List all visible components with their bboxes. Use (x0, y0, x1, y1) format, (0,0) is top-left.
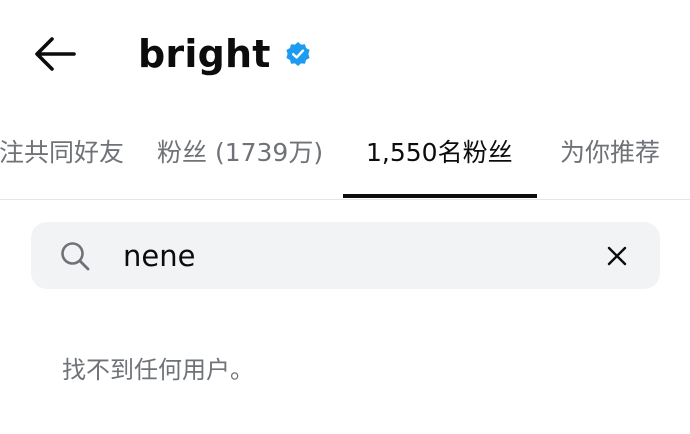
close-icon (607, 246, 627, 266)
tab-followers[interactable]: 粉丝 (1739万) (157, 110, 323, 198)
verified-badge-icon (285, 42, 310, 66)
page-title: bright (138, 32, 271, 76)
tab-recommended[interactable]: 为你推荐 (560, 110, 660, 198)
search-input[interactable] (123, 222, 583, 289)
arrow-left-icon (35, 37, 76, 71)
tab-mutual-friends[interactable]: 关注共同好友 (0, 110, 124, 198)
title-group: bright (138, 28, 311, 80)
back-button[interactable] (26, 30, 82, 78)
clear-search-button[interactable] (599, 238, 635, 274)
tab-known-followers[interactable]: 1,550名粉丝 (366, 110, 513, 198)
header: bright (0, 0, 690, 110)
search-box[interactable] (31, 222, 660, 289)
empty-results-message: 找不到任何用户。 (62, 356, 254, 384)
active-tab-indicator (343, 194, 537, 198)
search-icon (61, 242, 90, 271)
tab-bar: 关注共同好友 粉丝 (1739万) 1,550名粉丝 为你推荐 (0, 110, 690, 200)
